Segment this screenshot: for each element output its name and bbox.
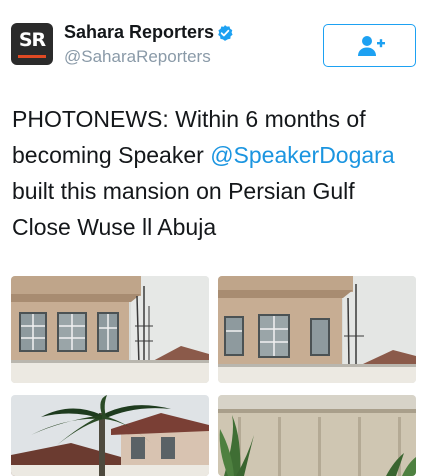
- photo-2[interactable]: [218, 276, 416, 383]
- photo-4[interactable]: [218, 395, 416, 476]
- add-user-icon: [358, 36, 385, 56]
- tweet-card: SR Sahara Reporters @SaharaReporters PHO…: [0, 0, 427, 476]
- mention-link[interactable]: @SpeakerDogara: [210, 142, 394, 168]
- tweet-text-part-2: built this mansion on Persian Gulf Close…: [12, 178, 355, 240]
- avatar-initials: SR: [18, 29, 46, 51]
- follow-button[interactable]: [323, 24, 416, 67]
- photo-1[interactable]: [11, 276, 209, 383]
- avatar[interactable]: SR: [11, 23, 53, 65]
- tweet-text: PHOTONEWS: Within 6 months of becoming S…: [12, 101, 417, 245]
- author-display-name[interactable]: Sahara Reporters: [64, 22, 214, 43]
- verified-badge-icon: [218, 25, 233, 41]
- media-grid: [11, 276, 416, 476]
- author-handle[interactable]: @SaharaReporters: [64, 47, 211, 67]
- avatar-accent-bar: [18, 55, 46, 58]
- photo-3[interactable]: [11, 395, 209, 476]
